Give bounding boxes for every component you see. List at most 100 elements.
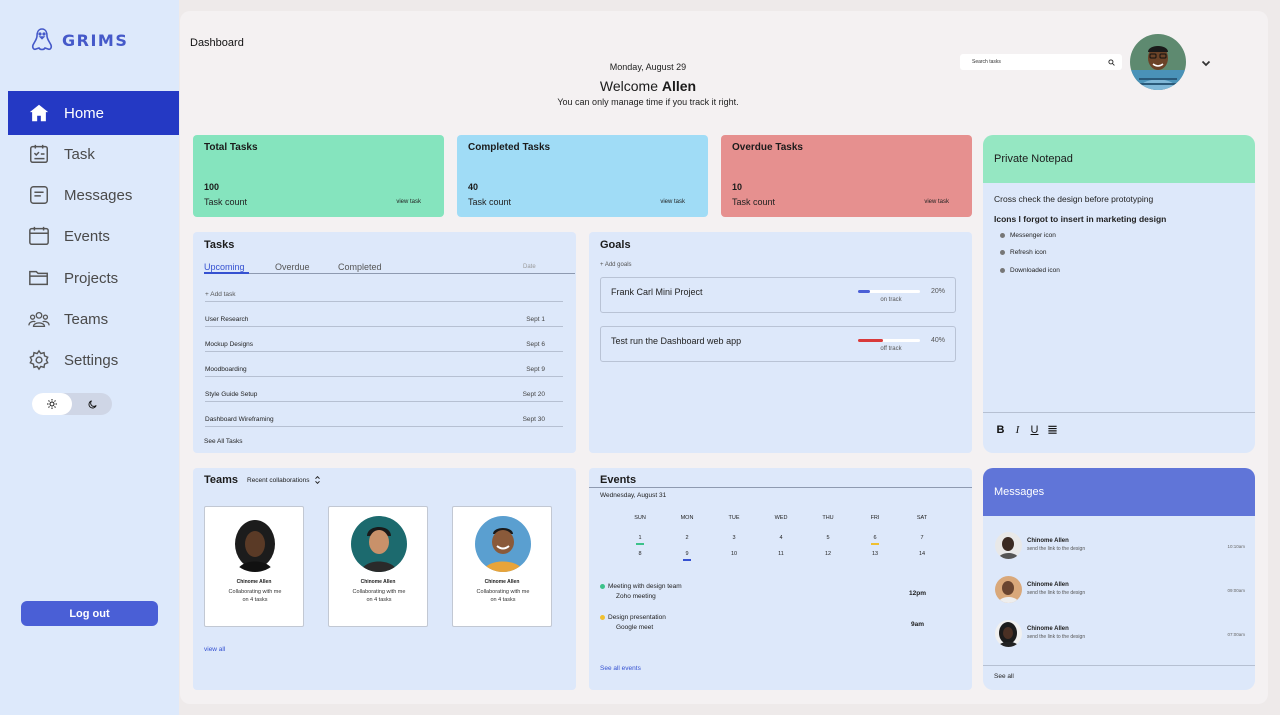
table-row[interactable]: User Research Sept 1 <box>205 302 563 327</box>
team-member-card[interactable]: Chinome Allen Collaborating with me on 4… <box>452 506 552 627</box>
team-member-name: Chinome Allen <box>360 579 396 585</box>
team-member-card[interactable]: Chinome Allen Collaborating with me on 4… <box>328 506 428 627</box>
event-sub: Google meet <box>616 624 654 631</box>
calendar-day[interactable]: 12 <box>813 551 843 557</box>
dark-mode-option[interactable] <box>72 393 112 415</box>
goal-percent: 40% <box>931 337 946 344</box>
calendar-day[interactable]: 6 <box>860 535 890 541</box>
table-row[interactable]: Style Guide Setup Sept 20 <box>205 377 563 402</box>
sidebar-item-projects[interactable]: Projects <box>8 256 179 300</box>
sidebar-item-messages[interactable]: Messages <box>8 173 179 217</box>
underline-button[interactable]: U <box>1030 424 1039 436</box>
goal-percent: 20% <box>931 288 946 295</box>
see-all-tasks-link[interactable]: See All Tasks <box>204 438 243 445</box>
add-goals-button[interactable]: + Add goals <box>600 262 632 268</box>
task-name: Dashboard Wireframing <box>205 416 274 423</box>
italic-button[interactable]: I <box>1013 424 1022 436</box>
calendar-day[interactable]: 8 <box>625 551 655 557</box>
task-date: Sept 30 <box>522 416 545 423</box>
calendar-day[interactable]: 2 <box>672 535 702 541</box>
note-heading[interactable]: Icons I forgot to insert in marketing de… <box>994 214 1166 224</box>
divider <box>589 487 972 488</box>
team-member-name: Chinome Allen <box>484 579 520 585</box>
teams-filter-dropdown[interactable]: Recent collaborations <box>247 476 321 484</box>
tab-overdue[interactable]: Overdue <box>275 262 310 272</box>
task-name: Moodboarding <box>205 366 247 373</box>
note-bullet[interactable]: Messenger icon <box>1000 232 1056 239</box>
calendar-day[interactable]: 1 <box>625 535 655 541</box>
team-member-card[interactable]: Chinome Allen Collaborating with me on 4… <box>204 506 304 627</box>
view-task-link[interactable]: view task <box>396 199 421 205</box>
calendar-day[interactable]: 9 <box>672 551 702 557</box>
table-row[interactable]: Mockup Designs Sept 6 <box>205 327 563 352</box>
goal-progress-fill <box>858 290 871 293</box>
sort-icon <box>314 476 320 484</box>
sidebar-item-home[interactable]: Home <box>8 91 179 135</box>
see-all-messages-link[interactable]: See all <box>994 673 1014 680</box>
tasks-panel: Tasks Upcoming Overdue Completed Date + … <box>193 232 576 453</box>
goal-card[interactable]: Test run the Dashboard web app off track… <box>600 326 956 362</box>
note-bullet-label: Refresh icon <box>1010 249 1047 256</box>
message-item[interactable]: Chinome Allen send the link to the desig… <box>995 532 1245 560</box>
message-time: 10:10am <box>1227 544 1245 549</box>
message-item[interactable]: Chinome Allen send the link to the desig… <box>995 576 1245 604</box>
sidebar-item-task[interactable]: Task <box>8 132 179 176</box>
goals-title: Goals <box>600 239 631 251</box>
calendar-day[interactable]: 4 <box>766 535 796 541</box>
note-line[interactable]: Cross check the design before prototypin… <box>994 194 1153 204</box>
task-date: Sept 9 <box>526 366 545 373</box>
logo[interactable]: GRIMS <box>30 27 128 53</box>
view-all-teams-link[interactable]: view all <box>204 646 225 653</box>
avatar <box>995 576 1022 603</box>
sidebar-item-events[interactable]: Events <box>8 214 179 258</box>
message-sender: Chinome Allen <box>1027 538 1069 544</box>
light-mode-option[interactable] <box>32 393 72 415</box>
goal-card[interactable]: Frank Carl Mini Project on track 20% <box>600 277 956 313</box>
event-item[interactable]: Design presentation Google meet <box>600 614 666 631</box>
table-row[interactable]: Moodboarding Sept 9 <box>205 352 563 377</box>
add-task-button[interactable]: + Add task <box>205 277 563 302</box>
message-preview: send the link to the design <box>1027 590 1086 596</box>
view-task-link[interactable]: view task <box>924 199 949 205</box>
table-row[interactable]: Dashboard Wireframing Sept 30 <box>205 402 563 427</box>
view-task-link[interactable]: view task <box>660 199 685 205</box>
calendar-day[interactable]: 14 <box>907 551 937 557</box>
user-avatar[interactable] <box>1130 34 1186 90</box>
teams-icon <box>28 311 50 327</box>
calendar-day[interactable]: 13 <box>860 551 890 557</box>
calendar-day[interactable]: 5 <box>813 535 843 541</box>
sidebar-item-label: Projects <box>64 269 119 287</box>
tab-completed[interactable]: Completed <box>338 262 382 272</box>
task-name: Style Guide Setup <box>205 391 258 398</box>
note-bullet[interactable]: Refresh icon <box>1000 249 1047 256</box>
sidebar-item-settings[interactable]: Settings <box>8 338 179 382</box>
sidebar-item-teams[interactable]: Teams <box>8 297 179 341</box>
search-input[interactable]: Search tasks <box>960 54 1122 70</box>
stat-label: Task count <box>204 197 248 207</box>
calendar-day[interactable]: 7 <box>907 535 937 541</box>
align-justify-icon[interactable] <box>1047 424 1058 435</box>
theme-toggle[interactable] <box>32 393 112 415</box>
calendar-day[interactable]: 11 <box>766 551 796 557</box>
logout-button[interactable]: Log out <box>21 601 158 626</box>
tab-upcoming[interactable]: Upcoming <box>204 262 245 272</box>
calendar-day[interactable]: 10 <box>719 551 749 557</box>
event-marker <box>636 543 644 545</box>
bold-button[interactable]: B <box>996 424 1005 436</box>
sidebar: GRIMS Home Task Messages Events Projects… <box>0 0 179 715</box>
calendar-day[interactable]: 3 <box>719 535 749 541</box>
bullet-dot <box>1000 268 1005 273</box>
search-icon <box>1108 58 1115 66</box>
note-bullet[interactable]: Downloaded icon <box>1000 267 1060 274</box>
see-all-events-link[interactable]: See all events <box>600 665 641 672</box>
gear-icon <box>29 349 49 371</box>
sun-icon <box>47 399 57 409</box>
event-item[interactable]: Meeting with design team Zoho meeting <box>600 583 682 600</box>
event-title: Design presentation <box>608 614 666 621</box>
tasks-title: Tasks <box>204 239 235 251</box>
message-item[interactable]: Chinome Allen send the link to the desig… <box>995 620 1245 648</box>
chevron-down-icon[interactable] <box>1200 57 1212 69</box>
event-dot <box>600 583 605 589</box>
sidebar-item-label: Events <box>64 227 110 245</box>
search-placeholder: Search tasks <box>972 59 1001 65</box>
